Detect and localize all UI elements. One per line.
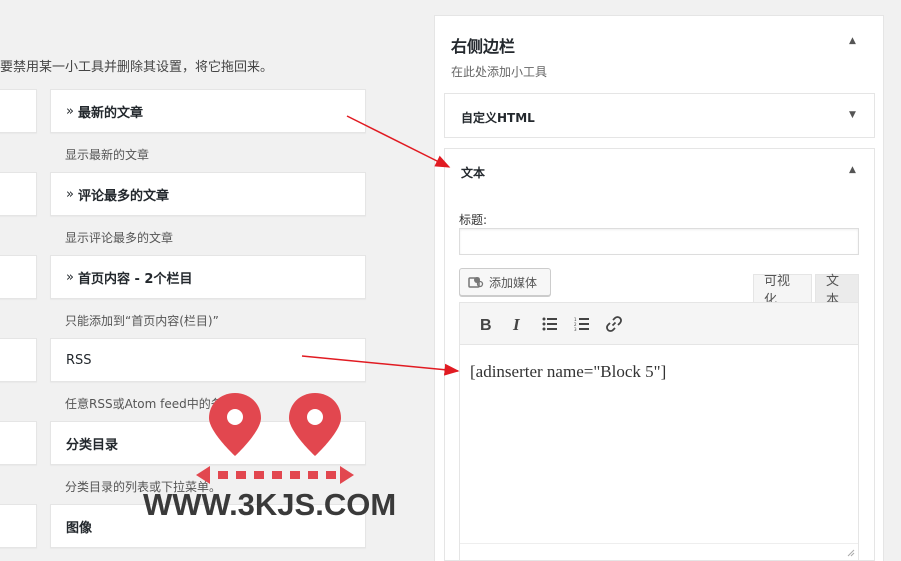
widget-title: 自定义HTML [461,111,535,125]
widget-description: 任意RSS或Atom feed中的条目。 [65,397,247,411]
tab-text[interactable]: 文本 [815,274,859,308]
widget-card-stub[interactable] [0,172,37,216]
widget-description: 显示评论最多的文章 [65,231,174,245]
bullet-list-icon[interactable] [534,309,566,339]
editor-content[interactable]: [adinserter name="Block 5"] [470,362,666,382]
widget-title: 文本 [461,166,486,180]
sidebar-widget-custom-html[interactable]: 自定义HTML ▼ [444,93,875,138]
sidebar-description: 在此处添加小工具 [451,65,548,79]
widget-description: 显示最新的文章 [65,148,150,162]
sidebar-title: 右侧边栏 [451,37,516,56]
widget-name: RSS [66,352,92,368]
widget-name: 最新的文章 [77,105,143,121]
widget-card-stub[interactable] [0,421,37,465]
widget-card-stub[interactable] [0,504,37,548]
available-widget-home-content[interactable]: » 首页内容 - 2个栏目 [50,255,366,299]
numbered-list-icon[interactable]: 1 2 3 [566,309,598,339]
italic-icon[interactable]: I [502,309,534,339]
editor-area[interactable]: [adinserter name="Block 5"] [459,345,859,561]
available-widget-rss[interactable]: RSS [50,338,366,382]
widget-card-stub[interactable] [0,89,37,133]
widget-prefix: » [66,103,74,119]
title-label: 标题: [459,213,488,227]
widget-name: 图像 [66,520,93,536]
sidebar-widget-text[interactable]: 文本 ▲ [444,148,875,193]
widget-description: 只能添加到“首页内容(栏目)” [65,314,219,328]
available-widget-categories[interactable]: 分类目录 [50,421,366,465]
watermark-text: WWW.3KJS.COM [143,487,397,522]
svg-text:B: B [480,317,492,332]
svg-text:3: 3 [574,327,577,331]
widget-name: 评论最多的文章 [77,188,169,204]
caret-up-icon[interactable]: ▲ [849,165,856,175]
caret-up-icon[interactable]: ▲ [849,36,856,46]
editor-resize-bar[interactable] [460,543,858,560]
widget-name: 分类目录 [66,437,119,453]
title-input[interactable] [459,228,859,255]
available-widget-most-commented[interactable]: » 评论最多的文章 [50,172,366,216]
widget-card-stub[interactable] [0,255,37,299]
media-icon [468,277,484,288]
widgets-instructions: 要禁用某一小工具并删除其设置，将它拖回来。 [0,60,274,75]
widget-card-stub[interactable] [0,338,37,382]
add-media-button[interactable]: 添加媒体 [459,268,551,296]
editor-toolbar: B I 1 2 3 [459,302,859,345]
svg-text:I: I [512,316,521,332]
caret-down-icon[interactable]: ▼ [849,110,856,120]
resize-handle-icon[interactable] [847,549,855,557]
add-media-label: 添加媒体 [489,275,538,290]
widget-prefix: » [66,269,74,285]
widget-name: 首页内容 - 2个栏目 [77,271,193,287]
available-widget-recent-posts[interactable]: » 最新的文章 [50,89,366,133]
tab-visual[interactable]: 可视化 [753,274,812,308]
widget-prefix: » [66,186,74,202]
link-icon[interactable] [598,309,630,339]
bold-icon[interactable]: B [470,309,502,339]
